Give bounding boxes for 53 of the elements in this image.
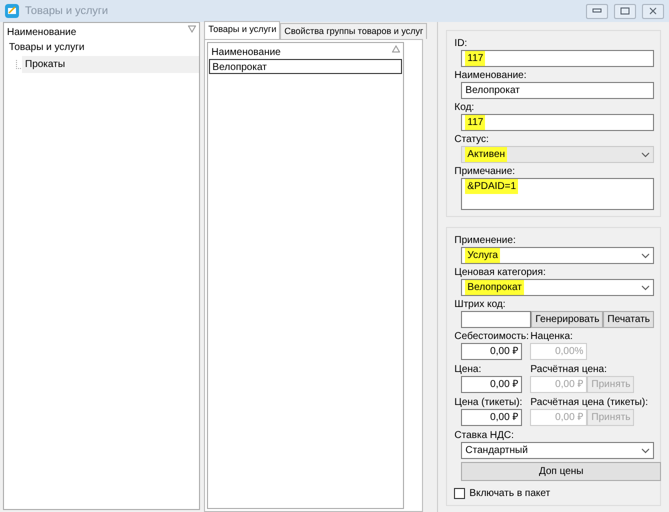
dropdown[interactable]: Стандартный (461, 442, 654, 459)
textarea-field[interactable]: &PDAID=1 (461, 178, 654, 210)
dropdown-caret-icon (641, 152, 650, 158)
field-label: ID: (454, 37, 468, 50)
dropdown[interactable]: Велопрокат (461, 279, 654, 296)
field-label: Код: (454, 101, 476, 114)
filter-icon[interactable] (188, 25, 196, 33)
field-label: Себестоимость: (454, 330, 530, 343)
tab[interactable]: Свойства группы товаров и услуг (280, 23, 428, 39)
checkbox[interactable] (454, 488, 466, 499)
field-label: Наименование: (454, 69, 528, 82)
close-icon (649, 7, 657, 15)
dropdown-caret-icon (641, 252, 650, 258)
input-field[interactable]: 0,00 ₽ (461, 343, 522, 360)
minimize-icon (592, 8, 602, 14)
column-header[interactable]: Наименование (211, 45, 281, 57)
tree-line (16, 60, 22, 70)
minimize-button[interactable] (586, 4, 608, 18)
field-label: Применение: (454, 234, 517, 247)
button[interactable]: Печатать (603, 311, 654, 328)
button[interactable]: Доп цены (461, 462, 661, 481)
input-field[interactable]: 0,00 ₽ (461, 409, 522, 426)
field-label: Ценовая категория: (454, 266, 547, 279)
field-label: Примечание: (454, 165, 516, 178)
input-field[interactable]: 0,00 ₽ (461, 376, 522, 393)
field-label: Расчётная цена: (530, 363, 608, 376)
dropdown[interactable]: Услуга (461, 247, 654, 264)
dropdown-caret-icon (641, 448, 650, 454)
button[interactable]: Генерировать (531, 311, 604, 328)
field-label: Расчётная цена (тикеты): (530, 396, 648, 409)
maximize-button[interactable] (614, 4, 636, 18)
tree-item[interactable]: Товары и услуги (6, 39, 200, 56)
app-icon (5, 4, 19, 18)
tab[interactable]: Товары и услуги (204, 21, 280, 39)
field-label: Штрих код: (454, 298, 507, 311)
tree-item[interactable]: Прокаты (22, 56, 200, 73)
sort-icon[interactable] (392, 45, 400, 53)
field-label: Статус: (454, 133, 490, 146)
checkbox-label: Включать в пакет (469, 487, 550, 501)
field-label: Цена: (454, 363, 482, 376)
field-label: Ставка НДС: (454, 429, 515, 442)
close-button[interactable] (642, 4, 664, 18)
input-field[interactable]: 117 (461, 50, 654, 67)
column-header[interactable]: Наименование (7, 25, 76, 37)
input-field[interactable] (461, 311, 532, 328)
field-label: Цена (тикеты): (454, 396, 524, 409)
list-row[interactable]: Велопрокат (209, 59, 402, 74)
maximize-icon (620, 7, 630, 15)
window-title: Товары и услуги (25, 4, 108, 19)
input-field[interactable]: Велопрокат (461, 82, 654, 99)
field-label: Наценка: (530, 330, 574, 343)
dropdown-caret-icon (641, 284, 650, 290)
input-field[interactable]: 117 (461, 114, 654, 131)
